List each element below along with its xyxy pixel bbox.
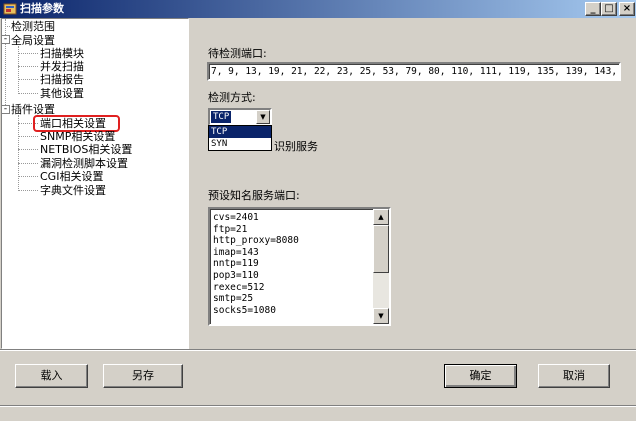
tree-item-concurrent-scan[interactable]: 并发扫描: [40, 60, 84, 73]
collapse-plugin-settings-icon[interactable]: -: [2, 105, 10, 114]
tree-item-dictionary-settings[interactable]: 字典文件设置: [40, 184, 106, 197]
vertical-scrollbar[interactable]: ▲ ▼: [373, 209, 389, 324]
method-selected-value: TCP: [211, 111, 232, 123]
tree-item-scan-range[interactable]: 检测范围: [11, 20, 55, 33]
method-dropdown-list[interactable]: TCP SYN: [208, 125, 272, 151]
tree-connector: [18, 136, 38, 137]
method-label: 检测方式:: [208, 91, 256, 104]
tree-connector: [18, 149, 38, 150]
tree-connector: [18, 176, 38, 177]
ok-button[interactable]: 确定: [444, 364, 517, 388]
scroll-down-icon[interactable]: ▼: [373, 308, 389, 324]
method-option-tcp[interactable]: TCP: [209, 126, 271, 138]
app-icon: [3, 3, 17, 15]
service-line: imap=143: [213, 246, 259, 258]
maximize-button[interactable]: □: [601, 2, 617, 16]
tree-item-scan-report[interactable]: 扫描报告: [40, 73, 84, 86]
tree-connector: [18, 190, 38, 191]
tree-connector: [18, 115, 19, 191]
tree-item-global-settings[interactable]: 全局设置: [11, 34, 55, 47]
tree-connector: [18, 163, 38, 164]
service-line: ftp=21: [213, 223, 248, 235]
status-bar: [0, 405, 636, 421]
service-line: cvs=2401: [213, 212, 259, 223]
tree-item-vuln-script-settings[interactable]: 漏洞检测脚本设置: [40, 157, 128, 170]
scroll-up-icon[interactable]: ▲: [373, 209, 389, 225]
service-line: http_proxy=8080: [213, 235, 299, 247]
load-button[interactable]: 载入: [15, 364, 88, 388]
chevron-down-icon[interactable]: ▼: [256, 110, 270, 124]
tree-connector: [18, 93, 38, 94]
method-select[interactable]: TCP ▼: [208, 108, 272, 126]
ports-label: 待检测端口:: [208, 47, 267, 60]
save-as-button[interactable]: 另存: [103, 364, 183, 388]
service-line: smtp=25: [213, 293, 254, 305]
scroll-thumb[interactable]: [373, 225, 389, 273]
tree-connector: [5, 26, 10, 27]
cancel-button[interactable]: 取消: [538, 364, 610, 388]
tree-item-cgi-settings[interactable]: CGI相关设置: [40, 170, 103, 183]
tree-item-scan-modules[interactable]: 扫描模块: [40, 47, 84, 60]
collapse-global-settings-icon[interactable]: -: [2, 35, 10, 44]
service-line: pop3=110: [213, 269, 259, 281]
minimize-button[interactable]: _: [585, 2, 601, 16]
tree-item-netbios-settings[interactable]: NETBIOS相关设置: [40, 143, 132, 156]
tree-connector: [18, 79, 38, 80]
service-line: nntp=119: [213, 258, 259, 270]
window-title: 扫描参数: [20, 2, 64, 15]
service-line: socks5=1080: [213, 304, 276, 316]
ports-input[interactable]: 7, 9, 13, 19, 21, 22, 23, 25, 53, 79, 80…: [207, 62, 621, 81]
service-line: rexec=512: [213, 281, 265, 293]
method-option-syn[interactable]: SYN: [209, 138, 271, 150]
known-services-label: 预设知名服务端口:: [208, 189, 300, 202]
identify-service-label: 识别服务: [274, 140, 318, 153]
tree-connector: [18, 66, 38, 67]
title-bar[interactable]: 扫描参数 _ □ ×: [0, 0, 636, 18]
tree-connector: [18, 53, 38, 54]
bottom-separator: [0, 349, 636, 351]
tree-item-port-settings[interactable]: 端口相关设置: [40, 117, 106, 130]
tree-item-snmp-settings[interactable]: SNMP相关设置: [40, 130, 115, 143]
tree-connector: [5, 19, 6, 107]
known-services-textarea[interactable]: cvs=2401 ftp=21 http_proxy=8080 imap=143…: [208, 207, 391, 326]
close-button[interactable]: ×: [619, 2, 635, 16]
tree-item-other-settings[interactable]: 其他设置: [40, 87, 84, 100]
settings-tree[interactable]: - - 检测范围 全局设置 扫描模块 并发扫描 扫描报告 其他设置 插件设置 端…: [1, 18, 189, 349]
